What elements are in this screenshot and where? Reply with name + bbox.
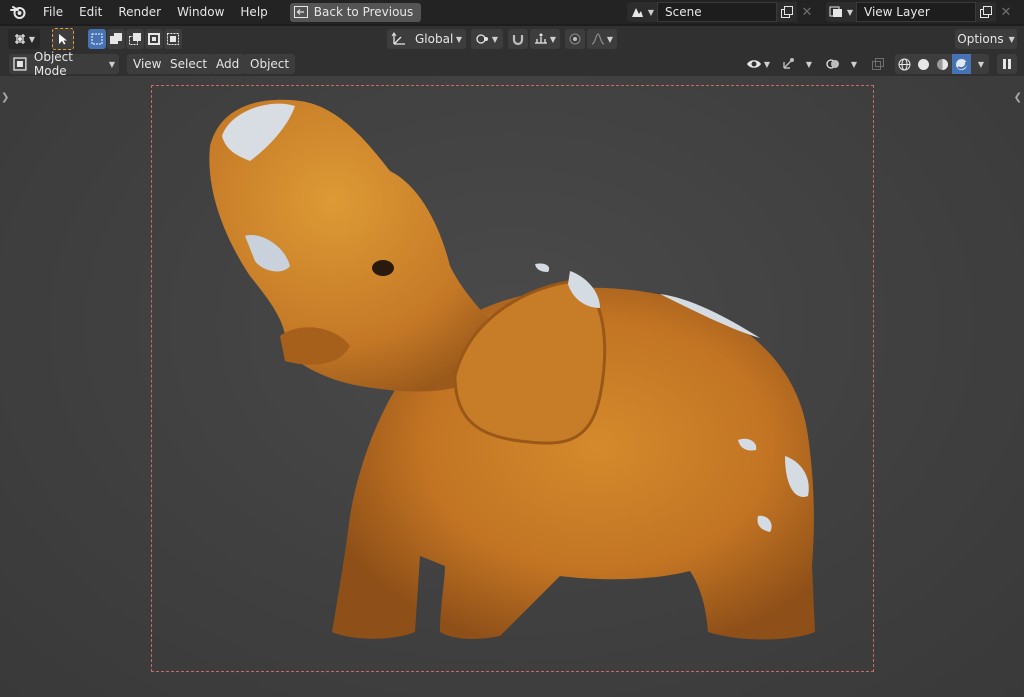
material-sphere-icon	[937, 58, 948, 70]
mode-label: Object Mode	[33, 50, 73, 78]
snap-toggle-button[interactable]	[508, 29, 528, 49]
chevron-down-icon: ▼	[491, 34, 499, 44]
solid-sphere-icon	[918, 58, 929, 70]
chevron-down-icon: ▼	[846, 7, 854, 17]
chevron-down-icon: ▼	[763, 59, 771, 69]
object-mode-dropdown[interactable]: Object Mode ▼	[9, 50, 119, 78]
delete-view-layer-icon[interactable]: ✕	[996, 2, 1016, 22]
options-label: Options	[957, 32, 1004, 46]
rendered-sphere-icon	[956, 58, 968, 70]
select-tool-button[interactable]	[52, 28, 74, 50]
chevron-down-icon: ▼	[549, 34, 557, 44]
select-mode-new-button[interactable]	[88, 29, 106, 49]
chevron-down-icon: ▼	[647, 7, 655, 17]
pivot-point-dropdown[interactable]: ▼	[471, 29, 503, 49]
chevron-down-icon: ▼	[28, 34, 36, 44]
view-layer-name-field[interactable]: View Layer	[856, 2, 976, 22]
viewport-header: Object Mode ▼ View Select Add Object ▼ ▼…	[0, 50, 1024, 78]
overlays-dropdown[interactable]: ▼	[844, 54, 862, 74]
chevron-down-icon: ▼	[108, 59, 115, 69]
view-layer-browse-button[interactable]: ▼	[826, 2, 856, 22]
chevron-down-icon: ▼	[1008, 34, 1015, 44]
pause-icon	[1003, 59, 1011, 69]
duplicate-icon	[780, 5, 793, 18]
menu-add[interactable]: Add	[210, 54, 246, 74]
gizmo-icon	[783, 58, 794, 69]
select-intersect-icon	[167, 33, 179, 45]
top-bar: File Edit Render Window Help Back to Pre…	[0, 0, 1024, 24]
shading-dropdown[interactable]: ▼	[971, 54, 989, 74]
magnet-icon	[512, 35, 524, 46]
options-dropdown[interactable]: Options ▼	[955, 29, 1017, 49]
proportional-falloff-dropdown[interactable]: ▼	[587, 29, 617, 49]
wireframe-sphere-icon	[898, 58, 911, 70]
eye-icon	[746, 60, 761, 68]
duplicate-icon	[979, 5, 992, 18]
menu-help[interactable]: Help	[232, 2, 275, 22]
back-to-previous-button[interactable]: Back to Previous	[289, 2, 422, 22]
chevron-down-icon: ▼	[850, 59, 858, 69]
select-mode-invert-button[interactable]	[145, 29, 163, 49]
snap-increment-icon	[534, 33, 547, 44]
back-button-label: Back to Previous	[313, 5, 414, 19]
new-view-layer-button[interactable]	[976, 2, 996, 22]
chevron-down-icon: ▼	[455, 34, 462, 44]
menu-edit[interactable]: Edit	[71, 2, 110, 22]
gizmo-dropdown[interactable]: ▼	[799, 54, 817, 74]
transform-orientation-dropdown[interactable]: Global ▼	[387, 29, 466, 49]
menu-file[interactable]: File	[35, 2, 71, 22]
pivot-icon	[476, 34, 488, 44]
object-mode-icon	[13, 57, 27, 71]
3d-viewport-icon	[14, 34, 25, 44]
chevron-down-icon: ▼	[977, 59, 985, 69]
scene-selector: ▼ Scene ✕	[627, 2, 817, 22]
view-layer-icon	[829, 6, 842, 17]
select-mode-subtract-button[interactable]	[126, 29, 144, 49]
shading-rendered-button[interactable]	[952, 54, 971, 74]
proportional-editing-button[interactable]	[565, 29, 585, 49]
back-arrow-icon	[293, 6, 308, 18]
delete-scene-icon[interactable]: ✕	[797, 2, 817, 22]
view-layer-selector: ▼ View Layer ✕	[826, 2, 1016, 22]
select-mode-extend-button[interactable]	[107, 29, 125, 49]
xray-icon	[872, 58, 884, 70]
shading-material-button[interactable]	[933, 54, 952, 74]
select-new-icon	[91, 33, 103, 45]
cursor-arrow-icon	[59, 34, 67, 45]
orientation-global-icon	[391, 32, 405, 45]
falloff-curve-icon	[591, 33, 605, 45]
chevron-down-icon: ▼	[805, 59, 813, 69]
select-subtract-icon	[129, 33, 141, 45]
menu-window[interactable]: Window	[169, 2, 232, 22]
overlays-icon	[826, 59, 839, 69]
select-mode-intersect-button[interactable]	[164, 29, 182, 49]
gizmo-toggle-button[interactable]	[778, 54, 798, 74]
editor-type-button[interactable]: ▼	[8, 29, 40, 49]
proportional-editing-icon	[569, 33, 581, 45]
xray-toggle-button[interactable]	[868, 54, 888, 74]
scene-browse-button[interactable]: ▼	[627, 2, 657, 22]
scene-name-field[interactable]: Scene	[657, 2, 777, 22]
menu-select[interactable]: Select	[164, 54, 214, 74]
menu-render[interactable]: Render	[110, 2, 169, 22]
select-extend-icon	[110, 33, 122, 44]
visibility-dropdown[interactable]: ▼	[742, 54, 774, 74]
menu-view[interactable]: View	[127, 54, 168, 74]
3d-viewport[interactable]: ❯ ❮	[0, 76, 1024, 697]
shading-wireframe-button[interactable]	[895, 54, 914, 74]
tool-header: ▼ Global ▼ ▼ ▼ ▼ Options ▼	[0, 26, 1024, 52]
pause-render-button[interactable]	[997, 54, 1017, 74]
select-invert-icon	[148, 33, 160, 45]
scene-icon	[631, 8, 643, 17]
blender-logo-icon[interactable]	[9, 3, 27, 21]
menu-object[interactable]: Object	[244, 54, 296, 74]
shading-solid-button[interactable]	[914, 54, 933, 74]
chevron-down-icon: ▼	[606, 34, 614, 44]
elephant-figurine[interactable]	[0, 76, 1024, 697]
snap-target-dropdown[interactable]: ▼	[530, 29, 560, 49]
overlays-toggle-button[interactable]	[823, 54, 843, 74]
new-scene-button[interactable]	[777, 2, 797, 22]
orientation-label: Global	[415, 32, 454, 46]
